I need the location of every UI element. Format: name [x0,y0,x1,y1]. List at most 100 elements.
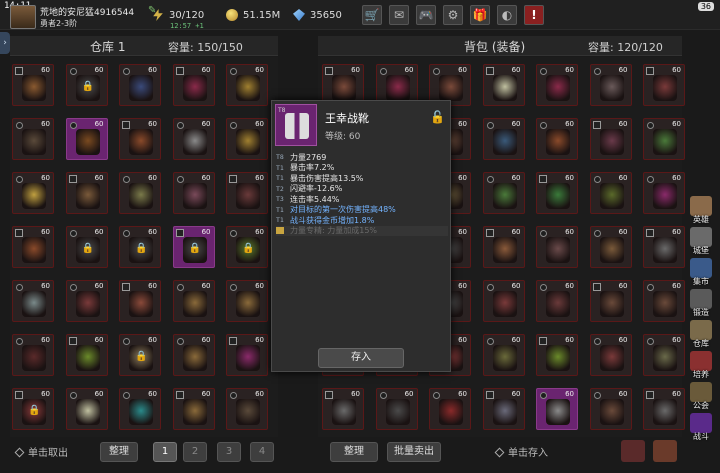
side-menu-item[interactable]: 集市 [686,258,716,288]
backpack-slot[interactable]: 60 [536,226,578,268]
backpack-slot[interactable]: 60 [322,388,364,430]
side-menu-item[interactable]: 英雄 [686,196,716,226]
settings-gear-icon[interactable]: ⚙ [443,5,463,25]
tier-marker [16,338,23,345]
backpack-slot[interactable]: 60 [482,280,525,322]
equipment-icon [599,129,624,155]
warehouse-slot[interactable]: 60 [12,280,54,322]
backpack-slot[interactable]: 60 [482,226,525,268]
warehouse-slot[interactable]: 60 [65,280,108,322]
tier-marker [68,337,77,345]
backpack-slot[interactable]: 60 [536,388,578,430]
warehouse-slot[interactable]: 60 [119,64,161,106]
potion-icon[interactable] [621,440,645,462]
warehouse-slot[interactable]: 60 [65,118,108,160]
warehouse-slot[interactable]: 60 [172,388,215,430]
backpack-slot[interactable]: 60 [429,388,471,430]
side-menu-item[interactable]: 仓库 [686,320,716,350]
gift-icon[interactable]: 🎁 [470,5,490,25]
backpack-slot[interactable]: 60 [589,388,632,430]
backpack-slot[interactable]: 60 [536,280,578,322]
warehouse-slot[interactable]: 60 [65,334,108,376]
backpack-slot[interactable]: 60 [536,172,578,214]
warehouse-sort-button[interactable]: 整理 [100,442,138,462]
warehouse-slot[interactable]: 60 🔒 [65,64,108,106]
warehouse-slot[interactable]: 60 🔒 [119,334,161,376]
equipment-icon [182,183,207,209]
unlock-icon[interactable]: 🔓 [430,110,445,124]
warehouse-slot[interactable]: 60 🔒 [119,226,161,268]
backpack-slot[interactable]: 60 [643,118,685,160]
backpack-slot[interactable]: 60 [375,388,418,430]
player-avatar[interactable] [10,5,36,29]
bulk-sell-button[interactable]: 批量卖出 [387,442,441,462]
backpack-slot[interactable]: 60 [589,280,632,322]
equipment-icon [182,345,207,371]
warehouse-slot[interactable]: 60 [172,280,215,322]
backpack-slot[interactable]: 60 [589,172,632,214]
warehouse-slot[interactable]: 60 [226,64,268,106]
warehouse-slot[interactable]: 60 [226,334,268,376]
store-button[interactable]: 存入 [318,348,404,368]
warehouse-slot[interactable]: 60 [119,172,161,214]
warehouse-slot[interactable]: 60 [65,388,108,430]
backpack-slot[interactable]: 60 [643,334,685,376]
warehouse-page-4-button[interactable]: 4 [250,442,274,462]
side-menu-item[interactable]: 培养 [686,351,716,381]
backpack-slot[interactable]: 60 [643,64,685,106]
warehouse-slot[interactable]: 60 [119,118,161,160]
side-menu-item[interactable]: 公会 [686,382,716,412]
warehouse-slot[interactable]: 60 [226,118,268,160]
warehouse-slot[interactable]: 60 [119,280,161,322]
backpack-slot[interactable]: 60 [482,118,525,160]
gamepad-icon[interactable]: 🎮 [416,5,436,25]
item-level: 60 [94,336,104,344]
alert-icon[interactable]: ! [524,5,544,25]
warehouse-slot[interactable]: 60 [172,172,215,214]
warehouse-slot[interactable]: 60 🔒 [172,226,215,268]
warehouse-slot[interactable]: 60 [12,118,54,160]
warehouse-slot[interactable]: 60 [12,334,54,376]
warehouse-page-3-button[interactable]: 3 [217,442,241,462]
backpack-slot[interactable]: 60 [589,64,632,106]
backpack-slot[interactable]: 60 [482,172,525,214]
warehouse-page-1-button[interactable]: 1 [153,442,177,462]
warehouse-slot[interactable]: 60 [226,388,268,430]
backpack-slot[interactable]: 60 [643,172,685,214]
backpack-slot[interactable]: 60 [536,334,578,376]
warehouse-slot[interactable]: 60 [12,64,54,106]
backpack-sort-button[interactable]: 整理 [330,442,378,462]
world-icon[interactable]: ◐ [497,5,517,25]
warehouse-slot[interactable]: 60 [226,280,268,322]
backpack-slot[interactable]: 60 [482,334,525,376]
backpack-slot[interactable]: 60 [589,226,632,268]
side-expand-tab[interactable]: › [0,32,10,54]
side-menu-item[interactable]: 锻造 [686,289,716,319]
warehouse-slot[interactable]: 60 🔒 [65,226,108,268]
warehouse-slot[interactable]: 60 [65,172,108,214]
mail-icon[interactable]: ✉ [389,5,409,25]
warehouse-slot[interactable]: 60 [12,226,54,268]
warehouse-slot[interactable]: 60 [12,172,54,214]
warehouse-slot[interactable]: 60 [172,64,215,106]
warehouse-page-2-button[interactable]: 2 [183,442,207,462]
warehouse-slot[interactable]: 60 [172,334,215,376]
backpack-slot[interactable]: 60 [589,334,632,376]
warehouse-slot[interactable]: 60 🔒 [226,226,268,268]
backpack-slot[interactable]: 60 [536,64,578,106]
backpack-slot[interactable]: 60 [643,388,685,430]
warehouse-slot[interactable]: 60 [226,172,268,214]
backpack-slot[interactable]: 60 [482,64,525,106]
bag-icon[interactable] [653,440,677,462]
backpack-slot[interactable]: 60 [536,118,578,160]
warehouse-slot[interactable]: 60 [119,388,161,430]
backpack-slot[interactable]: 60 [589,118,632,160]
backpack-slot[interactable]: 60 [643,226,685,268]
side-menu-item[interactable]: 城堡 [686,227,716,257]
backpack-slot[interactable]: 60 [482,388,525,430]
warehouse-slot[interactable]: 60 [172,118,215,160]
shop-cart-icon[interactable]: 🛒 [362,5,382,25]
side-menu-item[interactable]: 战斗 [686,413,716,443]
backpack-slot[interactable]: 60 [643,280,685,322]
warehouse-slot[interactable]: 60 🔒 [12,388,54,430]
